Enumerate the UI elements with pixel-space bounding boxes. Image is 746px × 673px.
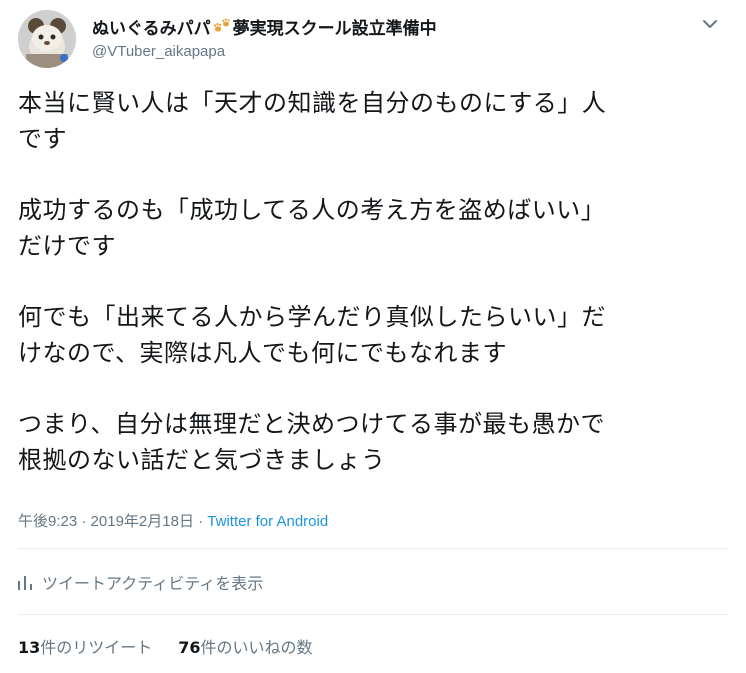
retweet-count-label: 件のリツイート — [40, 638, 153, 657]
tweet-time[interactable]: 午後9:23 — [18, 513, 77, 530]
display-name[interactable]: ぬいぐるみパパ 夢実現スクール設立準備中 — [92, 14, 437, 39]
retweet-count-number: 13 — [18, 638, 41, 657]
tweet-line: 根拠のない話だと気づきましょう — [18, 445, 386, 474]
tweet-line: つまり、自分は無理だと決めつけてる事が最も愚かで — [18, 410, 606, 438]
plush-toy-avatar-icon — [18, 10, 76, 68]
avatar[interactable] — [18, 10, 76, 68]
paw-prints-icon — [213, 18, 230, 32]
tweet-card: ぬいぐるみパパ 夢実現スクール設立準備中 @VTuber_aikapapa 本当… — [0, 0, 746, 673]
divider — [18, 614, 728, 615]
display-name-suffix: 夢実現スクール設立準備中 — [232, 18, 437, 39]
meta-separator: · — [81, 513, 87, 530]
tweet-paragraph: 成功するのも「成功してる人の考え方を盗めばいい」 だけです — [18, 193, 730, 264]
like-count[interactable]: 76件のいいねの数 — [178, 634, 312, 658]
tweet-stats: 13件のリツイート 76件のいいねの数 — [18, 634, 339, 658]
user-names: ぬいぐるみパパ 夢実現スクール設立準備中 @VTuber_aikapapa — [92, 14, 437, 60]
user-handle[interactable]: @VTuber_aikapapa — [92, 43, 437, 60]
tweet-activity-label: ツイートアクティビティを表示 — [42, 574, 264, 593]
divider — [18, 548, 728, 549]
like-count-number: 76 — [178, 638, 201, 657]
tweet-paragraph: 何でも「出来てる人から学んだり真似したらいい」だ けなので、実際は凡人でも何にで… — [18, 300, 730, 371]
bar-chart-icon — [18, 576, 32, 590]
tweet-date[interactable]: 2019年2月18日 — [91, 513, 194, 530]
tweet-line: 何でも「出来てる人から学んだり真似したらいい」だ — [18, 303, 606, 331]
retweet-count[interactable]: 13件のリツイート — [18, 634, 152, 658]
tweet-meta: 午後9:23 · 2019年2月18日 · Twitter for Androi… — [18, 510, 328, 531]
tweet-line: 本当に賢い人は「天才の知識を自分のものにする」人 — [18, 89, 607, 117]
tweet-header: ぬいぐるみパパ 夢実現スクール設立準備中 @VTuber_aikapapa — [18, 10, 728, 70]
tweet-activity-link[interactable]: ツイートアクティビティを表示 — [18, 570, 263, 594]
tweet-text: 本当に賢い人は「天才の知識を自分のものにする」人 です 成功するのも「成功してる… — [18, 86, 730, 514]
tweet-line: けなので、実際は凡人でも何にでもなれます — [18, 338, 508, 367]
tweet-line: だけです — [18, 231, 116, 260]
tweet-source-link[interactable]: Twitter for Android — [207, 513, 328, 530]
tweet-paragraph: 本当に賢い人は「天才の知識を自分のものにする」人 です — [18, 86, 730, 157]
tweet-paragraph: つまり、自分は無理だと決めつけてる事が最も愚かで 根拠のない話だと気づきましょう — [18, 407, 730, 478]
like-count-label: 件のいいねの数 — [200, 638, 313, 657]
tweet-line: 成功するのも「成功してる人の考え方を盗めばいい」 — [18, 196, 606, 224]
meta-separator: · — [198, 513, 204, 530]
chevron-down-icon[interactable] — [700, 14, 720, 34]
tweet-line: です — [18, 124, 67, 153]
display-name-prefix: ぬいぐるみパパ — [92, 18, 211, 39]
